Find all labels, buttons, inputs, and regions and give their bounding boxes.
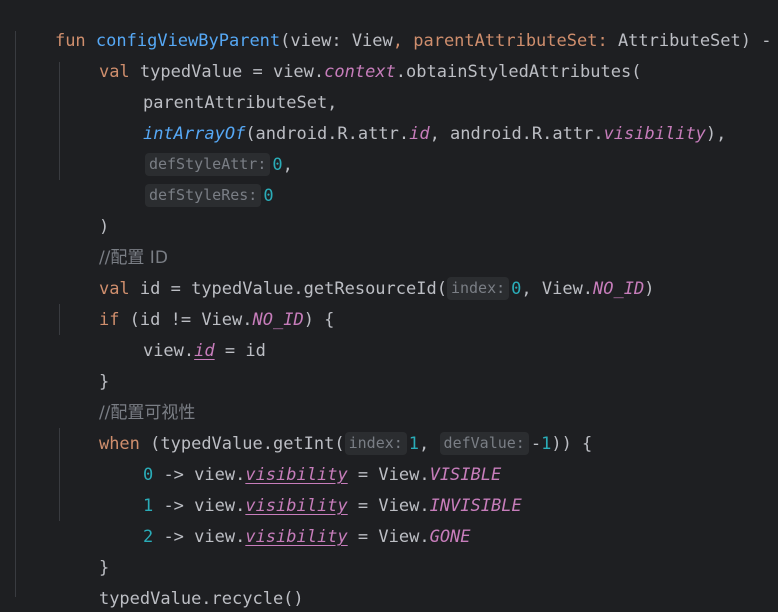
number-literal: 0 xyxy=(263,186,274,206)
code-line-8[interactable]: //配置 ID xyxy=(58,212,168,268)
call-obtain-styled-attributes: .obtainStyledAttributes( xyxy=(395,62,642,82)
attr-id: id xyxy=(409,124,430,144)
assign-id: = id xyxy=(214,341,266,361)
code-line-11[interactable]: view.id = id xyxy=(102,305,266,361)
code-editor[interactable]: fun configViewByParent(view: View, paren… xyxy=(0,0,778,612)
property-id: id xyxy=(194,341,215,361)
code-line-6[interactable]: defStyleRes: 0 xyxy=(104,150,274,207)
code-line-5[interactable]: defStyleAttr: 0, xyxy=(104,119,293,176)
constant-no-id: NO_ID xyxy=(593,279,645,299)
assign-view: = View. xyxy=(347,527,430,547)
recycle-call: typedValue.recycle() xyxy=(98,589,304,609)
when-arrow: -> view. xyxy=(153,527,246,547)
when-open-brace: )) { xyxy=(551,434,593,454)
indent-guide xyxy=(15,31,16,597)
code-line-16[interactable]: 1 -> view.visibility = View.INVISIBLE xyxy=(102,460,522,516)
code-line-14[interactable]: when (typedValue.getInt(index: 1, defValu… xyxy=(58,398,592,455)
code-line-20[interactable]: } xyxy=(14,584,65,612)
if-open-brace: ) { xyxy=(303,310,335,330)
param-hint-index: index: xyxy=(446,277,510,300)
view-ref: view. xyxy=(142,341,195,361)
number-literal: 0 xyxy=(272,155,283,175)
code-line-13[interactable]: //配置可视性 xyxy=(58,367,195,423)
code-line-9[interactable]: val id = typedValue.getResourceId(index:… xyxy=(58,243,654,300)
code-line-7[interactable]: ) xyxy=(58,181,109,237)
param-hint-defstyleres: defStyleRes: xyxy=(144,184,262,207)
code-line-4[interactable]: intArrayOf(android.R.attr.id, android.R.… xyxy=(102,88,726,144)
attr-prefix-2: , android.R.attr. xyxy=(429,124,604,144)
code-line-15[interactable]: 0 -> view.visibility = View.VISIBLE xyxy=(102,429,501,485)
property-visibility: visibility xyxy=(245,527,348,547)
params-close: ) - xyxy=(740,31,772,51)
code-line-19[interactable]: typedValue.recycle() xyxy=(58,553,304,609)
code-line-18[interactable]: } xyxy=(58,522,109,578)
attr-visibility: visibility xyxy=(603,124,706,144)
minus-sign: - xyxy=(530,434,542,454)
code-line-1[interactable]: fun configViewByParent(view: View, paren… xyxy=(14,0,772,51)
code-line-2[interactable]: val typedValue = view.context.obtainStyl… xyxy=(58,26,641,82)
comma: , xyxy=(282,155,293,175)
array-close: ), xyxy=(705,124,727,144)
number-literal: 0 xyxy=(511,279,522,299)
close-paren: ) xyxy=(644,279,655,299)
constant-gone: GONE xyxy=(429,527,471,547)
number-literal: 2 xyxy=(142,527,154,547)
code-line-12[interactable]: } xyxy=(58,336,109,392)
code-line-17[interactable]: 2 -> view.visibility = View.GONE xyxy=(102,491,471,547)
view-ref: , View. xyxy=(521,279,594,299)
code-line-10[interactable]: if (id != View.NO_ID) { xyxy=(58,274,334,330)
number-literal: 1 xyxy=(541,434,552,454)
code-line-3[interactable]: parentAttributeSet, xyxy=(102,57,337,113)
